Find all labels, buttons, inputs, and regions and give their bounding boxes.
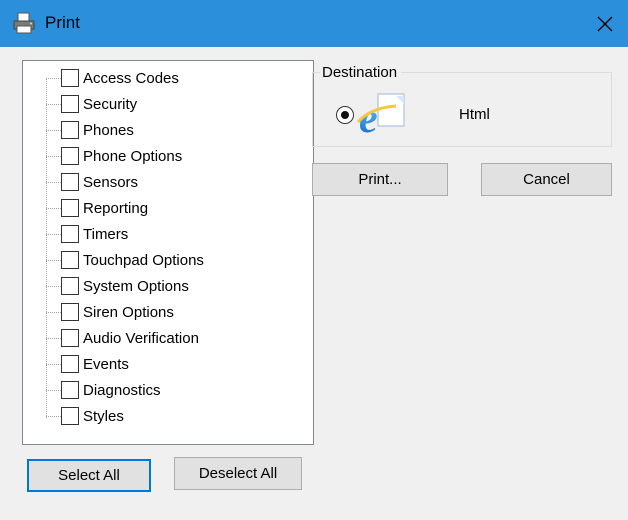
checkbox[interactable] [61,95,79,113]
destination-html-label: Html [459,106,490,123]
tree-item-label: Siren Options [83,303,174,321]
tree-item-system-options[interactable]: System Options [46,274,189,298]
tree-item-label: Sensors [83,173,139,191]
destination-group-title: Destination [320,64,402,81]
tree-connector [46,363,61,365]
close-icon [597,16,613,31]
checkbox[interactable] [61,225,79,243]
checkbox[interactable] [61,355,79,373]
checkbox[interactable] [61,381,79,399]
tree-item-phones[interactable]: Phones [46,118,134,142]
deselect-all-button[interactable]: Deselect All [174,457,302,490]
tree-item-sensors[interactable]: Sensors [46,170,138,194]
cancel-button[interactable]: Cancel [481,163,612,196]
printer-icon [13,12,35,34]
checkbox[interactable] [61,199,79,217]
checkbox[interactable] [61,251,79,269]
checkbox[interactable] [61,303,79,321]
tree-connector [46,337,61,339]
checkbox[interactable] [61,277,79,295]
tree-item-access-codes[interactable]: Access Codes [46,66,179,90]
checkbox[interactable] [61,329,79,347]
tree-item-events[interactable]: Events [46,352,129,376]
tree-item-label: Audio Verification [83,329,199,347]
tree-item-label: Phone Options [83,147,183,165]
close-button[interactable] [582,0,628,47]
tree-item-label: Reporting [83,199,149,217]
checkbox[interactable] [61,147,79,165]
tree-connector [46,389,61,391]
tree-item-styles[interactable]: Styles [46,404,124,428]
tree-connector [46,207,61,209]
tree-connector [46,233,61,235]
tree-connector [46,285,61,287]
window-title: Print [45,13,80,32]
tree-connector [46,311,61,313]
tree-item-touchpad-options[interactable]: Touchpad Options [46,248,204,272]
tree-item-label: Events [83,355,129,373]
print-button[interactable]: Print... [312,163,448,196]
tree-connector [46,259,61,261]
destination-radio[interactable] [336,106,354,124]
tree-item-label: Security [83,95,138,113]
tree-connector [46,181,61,183]
checkbox[interactable] [61,173,79,191]
internet-explorer-icon: e [356,93,405,138]
tree-connector [46,129,61,131]
tree-item-label: Touchpad Options [83,251,204,269]
tree-connector [46,415,61,417]
tree-connector [46,103,61,105]
tree-item-label: Diagnostics [83,381,161,399]
tree-item-label: Timers [83,225,129,243]
select-all-button[interactable]: Select All [27,459,151,492]
tree-item-phone-options[interactable]: Phone Options [46,144,182,168]
tree-connector [46,77,61,79]
tree-item-timers[interactable]: Timers [46,222,128,246]
section-tree[interactable]: Access Codes Security Phones Phone Optio… [22,60,314,445]
checkbox[interactable] [61,69,79,87]
tree-item-diagnostics[interactable]: Diagnostics [46,378,161,402]
tree-item-label: System Options [83,277,189,295]
checkbox[interactable] [61,407,79,425]
tree-item-label: Access Codes [83,69,179,87]
tree-item-label: Styles [83,407,124,425]
tree-item-audio-verification[interactable]: Audio Verification [46,326,199,350]
tree-item-reporting[interactable]: Reporting [46,196,148,220]
tree-item-siren-options[interactable]: Siren Options [46,300,174,324]
title-bar[interactable]: Print [0,0,628,47]
tree-connector [46,155,61,157]
checkbox[interactable] [61,121,79,139]
tree-item-label: Phones [83,121,134,139]
tree-item-security[interactable]: Security [46,92,137,116]
